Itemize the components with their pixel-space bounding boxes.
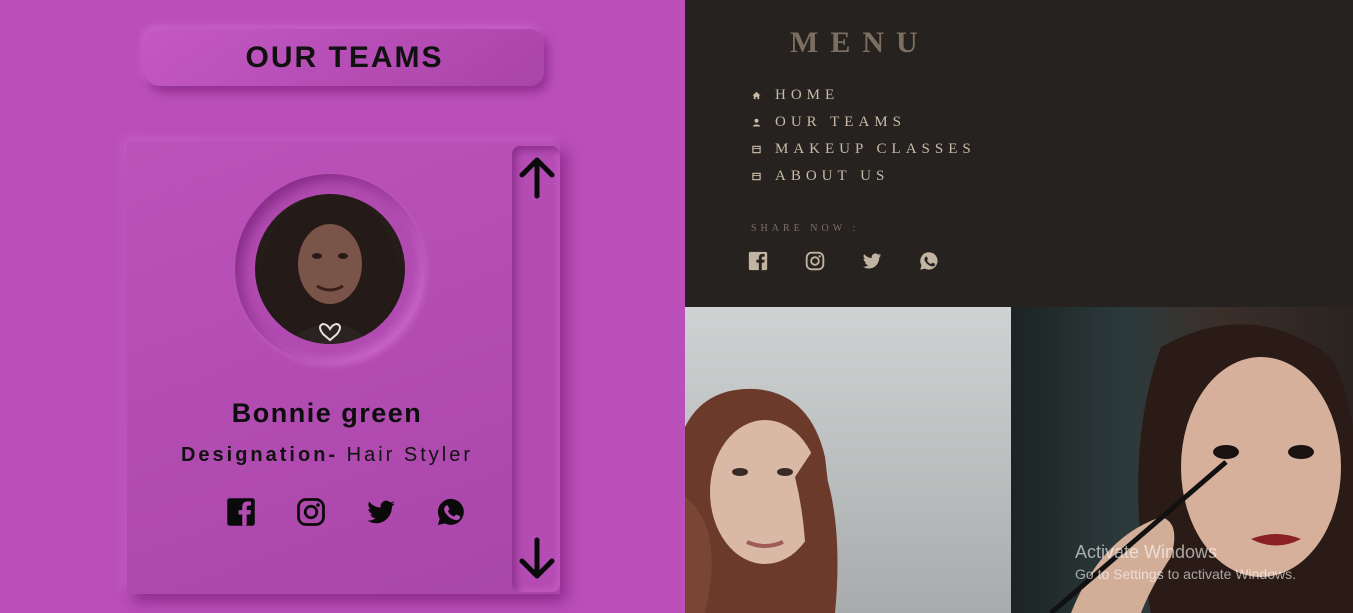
menu-item-label: OUR TEAMS (775, 114, 906, 130)
twitter-icon[interactable] (366, 497, 396, 527)
twitter-icon[interactable] (862, 251, 882, 271)
arrow-up-icon[interactable] (517, 156, 557, 200)
menu-panel: MENU HOME OUR TEAMS MAKEUP CLASSES ABOUT… (685, 0, 1353, 307)
menu-item-about-us[interactable]: ABOUT US (751, 163, 976, 190)
menu-item-label: ABOUT US (775, 168, 890, 184)
menu-item-home[interactable]: HOME (751, 82, 976, 109)
share-label: SHARE NOW : (751, 223, 860, 234)
whatsapp-icon[interactable] (436, 497, 466, 527)
menu-item-our-teams[interactable]: OUR TEAMS (751, 109, 976, 136)
facebook-icon[interactable] (226, 497, 256, 527)
makeup-photo-1 (685, 307, 1011, 613)
whatsapp-icon[interactable] (919, 251, 939, 271)
menu-title: MENU (790, 26, 930, 59)
activate-windows-watermark: Activate Windows Go to Settings to activ… (1075, 542, 1296, 582)
card-scroll-track[interactable] (512, 146, 560, 592)
team-member-card: Bonnie green Designation- Hair Styler (127, 142, 560, 594)
watermark-line-1: Activate Windows (1075, 542, 1218, 562)
member-photo (262, 194, 398, 344)
instagram-icon[interactable] (296, 497, 326, 527)
teams-heading-box: OUR TEAMS (145, 29, 544, 86)
member-designation: Designation- Hair Styler (127, 444, 527, 467)
facebook-icon[interactable] (748, 251, 768, 271)
menu-list: HOME OUR TEAMS MAKEUP CLASSES ABOUT US (751, 82, 976, 190)
watermark-line-2: Go to Settings to activate Windows. (1075, 566, 1296, 582)
avatar (255, 194, 405, 344)
arrow-down-icon[interactable] (517, 536, 557, 580)
person-icon (751, 118, 761, 128)
teams-heading: OUR TEAMS (245, 40, 444, 74)
designation-prefix: Designation- (180, 444, 339, 466)
designation-value: Hair Styler (346, 444, 474, 466)
teams-panel: OUR TEAMS Bonnie green Designation- Hair… (0, 0, 685, 613)
member-name: Bonnie green (231, 398, 423, 428)
menu-item-makeup-classes[interactable]: MAKEUP CLASSES (751, 136, 976, 163)
avatar-ring (235, 174, 425, 364)
instagram-icon[interactable] (805, 251, 825, 271)
book-icon (751, 172, 761, 182)
home-icon (751, 91, 761, 101)
menu-item-label: HOME (775, 87, 840, 103)
menu-item-label: MAKEUP CLASSES (775, 141, 976, 157)
book-icon (751, 145, 761, 155)
